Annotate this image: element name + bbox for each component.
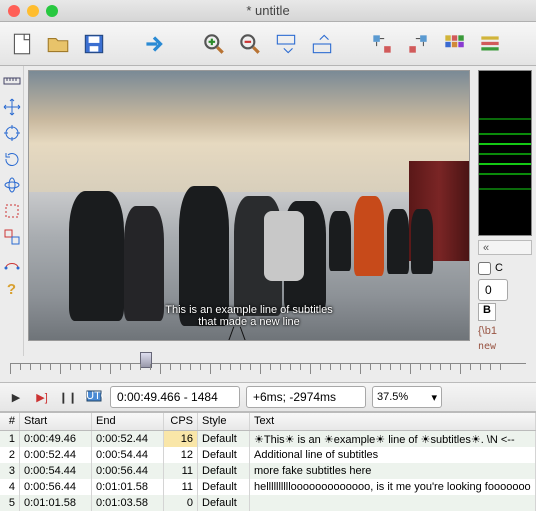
subtitle-line: This is an example line of subtitles xyxy=(165,304,333,316)
subtitle-grid: # Start End CPS Style Text 10:00:49.460:… xyxy=(0,412,536,512)
jump-button[interactable] xyxy=(138,28,170,60)
close-icon[interactable] xyxy=(8,5,20,17)
table-row[interactable]: 10:00:49.460:00:52.4416Default☀This☀ is … xyxy=(0,431,536,447)
zoom-select[interactable]: 37.5%▾ xyxy=(372,386,442,408)
subtitle-line: that made a new line xyxy=(165,316,333,328)
video-tool-column: ? xyxy=(0,66,24,356)
grid-colors-button[interactable] xyxy=(438,28,470,60)
main-toolbar xyxy=(0,22,536,66)
table-row[interactable]: 30:00:54.440:00:56.4411Defaultmore fake … xyxy=(0,463,536,479)
rotate-xy-icon[interactable] xyxy=(3,176,21,194)
table-row[interactable]: 20:00:52.440:00:54.4412DefaultAdditional… xyxy=(0,447,536,463)
col-style[interactable]: Style xyxy=(198,413,250,430)
play-line-button[interactable]: ▶] xyxy=(32,387,52,407)
scale-icon[interactable] xyxy=(3,228,21,246)
subtitle-overlay: This is an example line of subtitles tha… xyxy=(165,304,333,328)
help-icon[interactable]: ? xyxy=(3,280,21,298)
rotate-z-icon[interactable] xyxy=(3,150,21,168)
snap-end-button[interactable] xyxy=(402,28,434,60)
open-file-button[interactable] xyxy=(42,28,74,60)
snap-start-button[interactable] xyxy=(366,28,398,60)
comment-label: C xyxy=(495,262,503,274)
zoom-in-button[interactable] xyxy=(198,28,230,60)
workspace: ? This is an example line of subtitles t… xyxy=(0,66,536,356)
grid-extra-button[interactable] xyxy=(474,28,506,60)
svg-text:AUTO: AUTO xyxy=(85,390,103,402)
tripod xyxy=(224,326,254,341)
raw-tag-line: {\b1 xyxy=(478,325,532,337)
table-row[interactable]: 40:00:56.440:01:01.5811Defaulthellllllll… xyxy=(0,479,536,495)
col-num[interactable]: # xyxy=(0,413,20,430)
col-cps[interactable]: CPS xyxy=(164,413,198,430)
raw-tag-line2: new xyxy=(478,341,532,352)
grid-header: # Start End CPS Style Text xyxy=(0,413,536,431)
minimize-icon[interactable] xyxy=(27,5,39,17)
playback-controls: ▶ ▶] ❙❙ AUTO 0:00:49.466 - 1484 +6ms; -2… xyxy=(0,382,536,412)
new-file-button[interactable] xyxy=(6,28,38,60)
audio-waveform[interactable] xyxy=(478,70,532,236)
vector-clip-icon[interactable] xyxy=(3,254,21,272)
window-controls xyxy=(8,5,58,17)
layer-field[interactable]: 0 xyxy=(478,279,508,301)
pause-button[interactable]: ❙❙ xyxy=(58,387,78,407)
titlebar: * untitle xyxy=(0,0,536,22)
col-text[interactable]: Text xyxy=(250,413,536,430)
crosshair-icon[interactable] xyxy=(3,124,21,142)
video-timeline[interactable] xyxy=(0,356,536,382)
video-preview[interactable]: This is an example line of subtitles tha… xyxy=(28,70,470,341)
play-button[interactable]: ▶ xyxy=(6,387,26,407)
move-icon[interactable] xyxy=(3,98,21,116)
maximize-icon[interactable] xyxy=(46,5,58,17)
timecode-field[interactable]: 0:00:49.466 - 1484 xyxy=(110,386,240,408)
shift-start-button[interactable] xyxy=(270,28,302,60)
autoplay-toggle[interactable]: AUTO xyxy=(84,387,104,407)
col-end[interactable]: End xyxy=(92,413,164,430)
window-title: * untitle xyxy=(0,3,536,18)
rect-select-icon[interactable] xyxy=(3,202,21,220)
zoom-out-button[interactable] xyxy=(234,28,266,60)
ruler-icon[interactable] xyxy=(3,72,21,90)
shift-end-button[interactable] xyxy=(306,28,338,60)
col-start[interactable]: Start xyxy=(20,413,92,430)
bold-button[interactable]: B xyxy=(478,303,496,321)
right-column: « C 0 B {\b1 new xyxy=(474,66,536,356)
table-row[interactable]: 50:01:01.580:01:03.580Default xyxy=(0,495,536,511)
save-file-button[interactable] xyxy=(78,28,110,60)
comment-checkbox[interactable] xyxy=(478,262,491,275)
audio-scrollbar[interactable]: « xyxy=(478,240,532,255)
video-area: This is an example line of subtitles tha… xyxy=(24,66,474,356)
offset-field[interactable]: +6ms; -2974ms xyxy=(246,386,366,408)
